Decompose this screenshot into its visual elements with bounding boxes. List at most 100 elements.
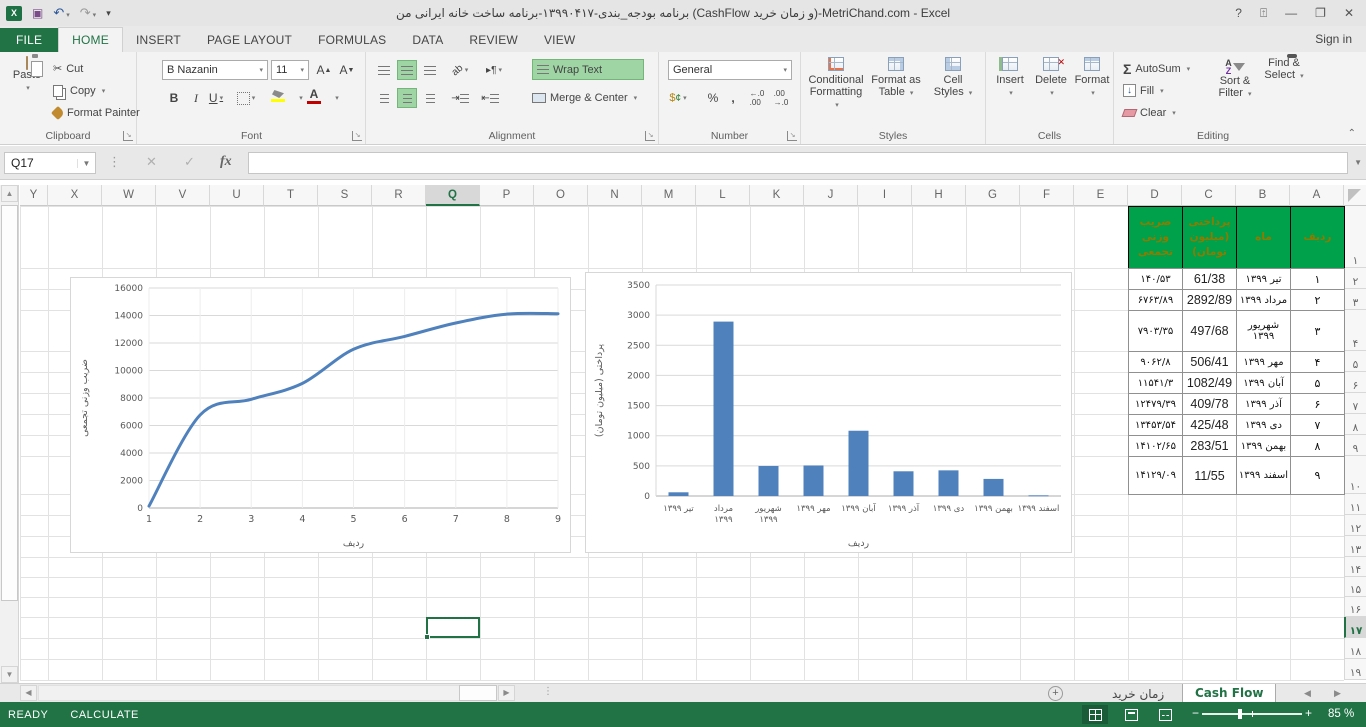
cell-D7[interactable]: ۱۲۴۷۹/۳۹: [1128, 393, 1183, 415]
row-header-1[interactable]: ۱: [1344, 206, 1366, 268]
cell-C6[interactable]: 1082/49: [1182, 372, 1237, 394]
name-box[interactable]: Q17▼: [4, 152, 96, 174]
top-align-button[interactable]: [374, 60, 394, 80]
insert-function-icon[interactable]: fx: [220, 154, 232, 170]
zoom-in-icon[interactable]: +: [1305, 706, 1312, 720]
collapse-ribbon-icon[interactable]: ⌃: [1348, 128, 1356, 139]
row-header-9[interactable]: ۹: [1344, 435, 1366, 456]
clear-button[interactable]: Clear▾: [1123, 102, 1176, 123]
redo-icon[interactable]: ↷▾: [80, 5, 96, 21]
cell-C3[interactable]: 2892/89: [1182, 289, 1237, 311]
tab-formulas[interactable]: FORMULAS: [305, 28, 399, 52]
page-layout-view-button[interactable]: [1118, 705, 1144, 724]
line-chart[interactable]: 0200040006000800010000120001400016000123…: [70, 277, 571, 553]
row-header-12[interactable]: ۱۲: [1344, 515, 1366, 536]
zoom-level[interactable]: 85 %: [1328, 708, 1354, 720]
splitter-dots[interactable]: ⋮: [543, 686, 553, 697]
row-header-17[interactable]: ۱۷: [1344, 617, 1366, 638]
name-box-dropdown-icon[interactable]: ▼: [77, 159, 95, 168]
cell-A7[interactable]: ۶: [1290, 393, 1345, 415]
zoom-out-icon[interactable]: −: [1192, 706, 1199, 720]
decrease-decimal-button[interactable]: .00→.0: [771, 88, 791, 108]
column-header-D[interactable]: D: [1128, 185, 1182, 206]
column-header-X[interactable]: X: [48, 185, 102, 206]
row-header-18[interactable]: ۱۸: [1344, 638, 1366, 659]
format-button[interactable]: Format▾: [1072, 55, 1112, 98]
column-header-T[interactable]: T: [264, 185, 318, 206]
cell-A8[interactable]: ۷: [1290, 414, 1345, 436]
increase-decimal-button[interactable]: ←.0.00: [747, 88, 767, 108]
fill-button[interactable]: ↓Fill▾: [1123, 80, 1164, 101]
fill-color-button[interactable]: [268, 86, 288, 106]
tab-insert[interactable]: INSERT: [123, 28, 194, 52]
tab-view[interactable]: VIEW: [531, 28, 588, 52]
calculate-indicator[interactable]: CALCULATE: [70, 709, 138, 721]
minimize-icon[interactable]: —: [1285, 6, 1297, 20]
row-header-10[interactable]: ۱۰: [1344, 456, 1366, 494]
undo-icon[interactable]: ↶▾: [53, 5, 69, 21]
column-header-L[interactable]: L: [696, 185, 750, 206]
table-header-a[interactable]: ردیف: [1290, 206, 1345, 269]
font-name-select[interactable]: B Nazanin▾: [162, 60, 268, 80]
table-header-b[interactable]: ماه: [1236, 206, 1291, 269]
decrease-indent-button[interactable]: ⇤: [480, 88, 500, 108]
horizontal-scroll-thumb[interactable]: [459, 685, 497, 701]
formula-bar-expand-icon[interactable]: ▼: [1354, 158, 1362, 167]
bottom-align-button[interactable]: [420, 60, 440, 80]
cell-B3[interactable]: مرداد ۱۳۹۹: [1236, 289, 1291, 311]
vertical-scrollbar[interactable]: ▲ ▼: [0, 185, 19, 683]
scroll-left-icon[interactable]: ◀: [20, 685, 37, 701]
tab-review[interactable]: REVIEW: [456, 28, 531, 52]
page-break-view-button[interactable]: [1152, 705, 1178, 724]
row-header-13[interactable]: ۱۳: [1344, 536, 1366, 557]
copy-button[interactable]: Copy▾: [53, 80, 105, 101]
grow-font-button[interactable]: A▲: [314, 60, 334, 80]
cell-B9[interactable]: بهمن ۱۳۹۹: [1236, 435, 1291, 457]
cell-B4[interactable]: شهریور ۱۳۹۹: [1236, 310, 1291, 352]
cell-A9[interactable]: ۸: [1290, 435, 1345, 457]
ribbon-display-options-icon[interactable]: ⍐: [1260, 6, 1267, 21]
cell-B7[interactable]: آذر ۱۳۹۹: [1236, 393, 1291, 415]
column-header-F[interactable]: F: [1020, 185, 1074, 206]
delete-button[interactable]: ✕ Delete▾: [1031, 55, 1071, 98]
text-direction-button[interactable]: ▸¶▾: [484, 60, 504, 80]
align-right-button[interactable]: [420, 88, 440, 108]
column-header-N[interactable]: N: [588, 185, 642, 206]
column-header-M[interactable]: M: [642, 185, 696, 206]
tab-data[interactable]: DATA: [399, 28, 456, 52]
tab-home[interactable]: HOME: [58, 27, 123, 52]
cell-C4[interactable]: 497/68: [1182, 310, 1237, 352]
column-header-I[interactable]: I: [858, 185, 912, 206]
wrap-text-button[interactable]: Wrap Text: [532, 59, 644, 80]
accounting-format-button[interactable]: $¢▾: [668, 88, 688, 108]
format-painter-button[interactable]: Format Painter: [53, 102, 140, 123]
row-header-4[interactable]: ۴: [1344, 310, 1366, 351]
cell-D3[interactable]: ۶۷۶۳/۸۹: [1128, 289, 1183, 311]
tab-file[interactable]: FILE: [0, 28, 58, 52]
column-header-B[interactable]: B: [1236, 185, 1290, 206]
number-dialog-launcher[interactable]: ↘: [787, 131, 797, 141]
find-select-button[interactable]: Find &Select ▾: [1260, 55, 1308, 83]
cell-D5[interactable]: ۹۰۶۲/۸: [1128, 351, 1183, 373]
help-icon[interactable]: ?: [1235, 6, 1242, 20]
restore-icon[interactable]: ❐: [1315, 6, 1326, 20]
select-all-corner[interactable]: [1344, 185, 1366, 206]
row-header-15[interactable]: ۱۵: [1344, 577, 1366, 597]
cell-C9[interactable]: 283/51: [1182, 435, 1237, 457]
formula-input[interactable]: [248, 152, 1348, 174]
cell-A3[interactable]: ۲: [1290, 289, 1345, 311]
center-button[interactable]: [397, 88, 417, 108]
row-header-19[interactable]: ۱۹: [1344, 659, 1366, 680]
autosum-button[interactable]: ΣAutoSum▾: [1123, 58, 1190, 79]
column-header-Y[interactable]: Y: [20, 185, 48, 206]
scroll-right-icon[interactable]: ▶: [498, 685, 515, 701]
increase-indent-button[interactable]: ⇥: [450, 88, 470, 108]
sheet-tab-زمان-خرید[interactable]: زمان خرید: [1100, 684, 1176, 703]
column-header-E[interactable]: E: [1074, 185, 1128, 206]
cell-B8[interactable]: دی ۱۳۹۹: [1236, 414, 1291, 436]
borders-button[interactable]: ▾: [236, 88, 256, 108]
cell-B5[interactable]: مهر ۱۳۹۹: [1236, 351, 1291, 373]
format-as-table-button[interactable]: Format asTable ▾: [867, 55, 925, 100]
selected-cell-Q17[interactable]: [426, 617, 480, 638]
merge-center-button[interactable]: Merge & Center▾: [532, 87, 637, 108]
